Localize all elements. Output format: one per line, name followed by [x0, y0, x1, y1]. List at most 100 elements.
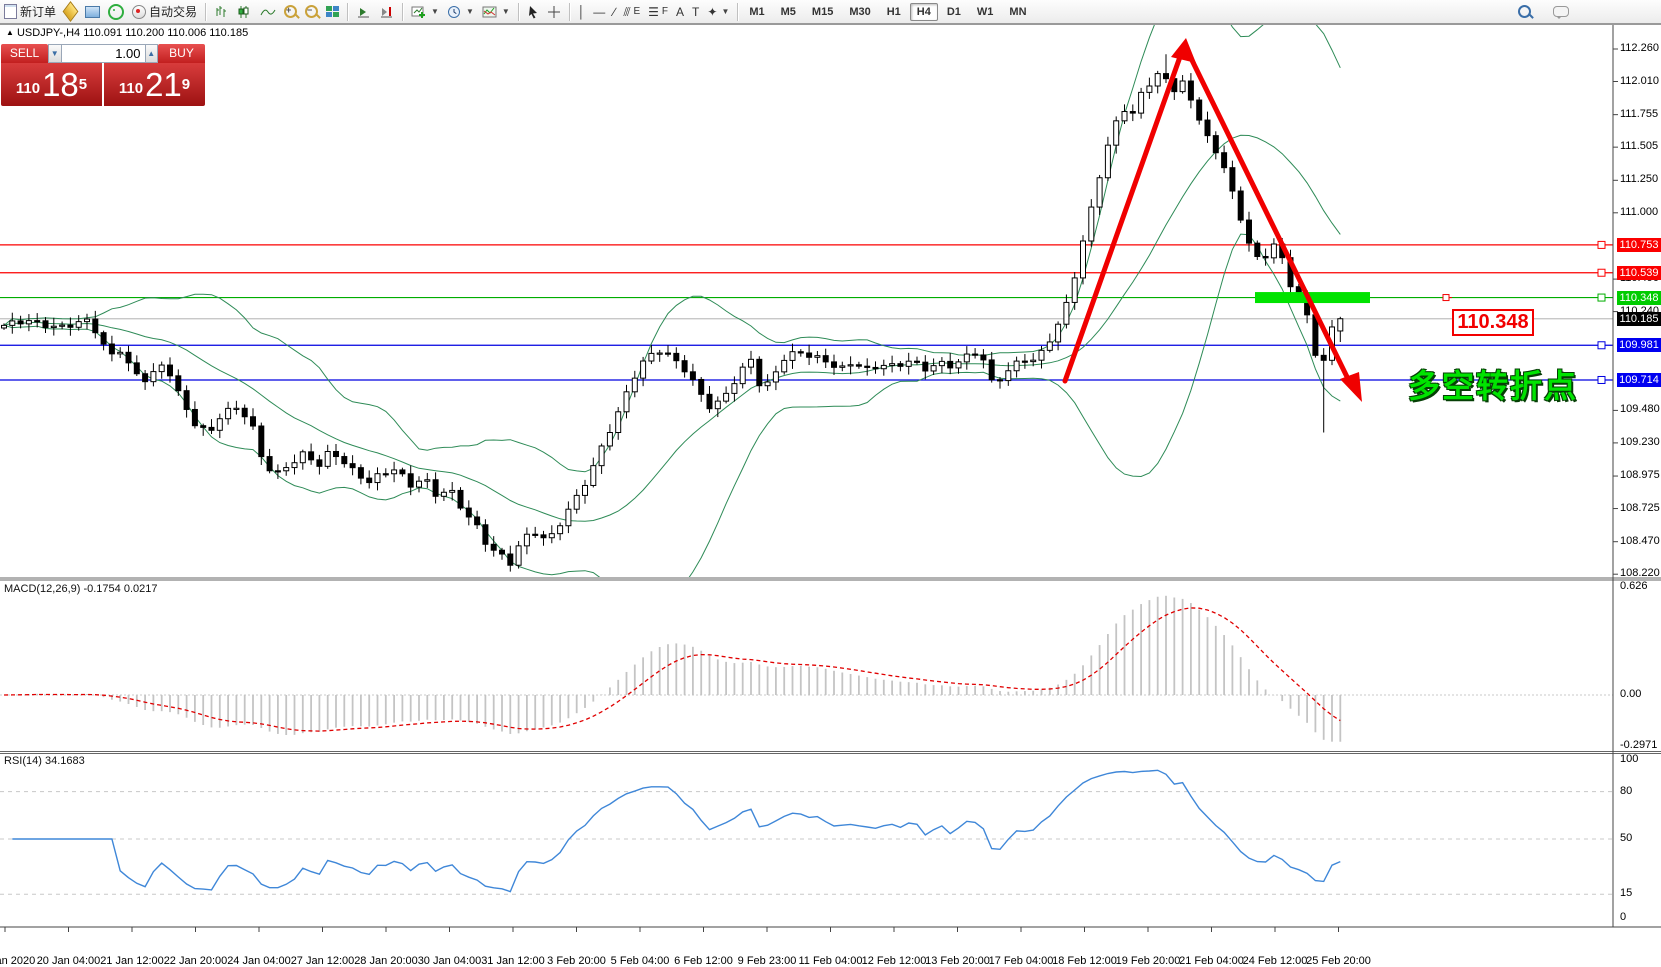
channel-tool[interactable]: ⫻E — [619, 1, 644, 22]
search-icon[interactable] — [1518, 5, 1531, 18]
candle-body — [840, 366, 845, 367]
text-tool[interactable]: A — [672, 1, 688, 22]
candle-body — [981, 355, 986, 360]
zoom-out-button[interactable]: − — [301, 1, 322, 22]
candle-body — [1230, 168, 1235, 191]
candle-body — [674, 353, 679, 360]
candle-body — [848, 365, 853, 366]
candle-body — [350, 464, 355, 468]
trendline-tool[interactable]: ∕ — [609, 1, 619, 22]
timeframe-W1[interactable]: W1 — [970, 3, 1001, 21]
candle-body — [284, 468, 289, 471]
candle-body — [483, 525, 488, 545]
time-label: 25 Feb 20:00 — [1306, 955, 1371, 967]
text-label-icon: T — [692, 5, 699, 19]
fibonacci-tool[interactable]: ☰F — [644, 1, 672, 22]
trend-arrow-down-head[interactable] — [1340, 372, 1362, 402]
bar-chart-button[interactable] — [210, 1, 233, 22]
candle-body — [68, 325, 73, 327]
timeframe-H1[interactable]: H1 — [880, 3, 908, 21]
one-click-trading-panel: SELL ▼ ▲ BUY 110185 110219 — [1, 44, 205, 106]
chart-shift-icon — [379, 5, 394, 19]
crosshair-tool[interactable] — [543, 1, 565, 22]
zoom-in-button[interactable]: + — [280, 1, 301, 22]
line-chart-button[interactable] — [256, 1, 280, 22]
new-order-button[interactable]: 新订单 — [0, 1, 60, 22]
sell-button[interactable]: SELL — [1, 44, 48, 63]
text-label-tool[interactable]: T — [688, 1, 703, 22]
candle-body — [740, 367, 745, 384]
timeframe-M1[interactable]: M1 — [742, 3, 771, 21]
rsi-scale-100: 100 — [1620, 753, 1638, 765]
chevron-down-icon: ▼ — [466, 7, 474, 16]
cursor-tool[interactable] — [523, 1, 543, 22]
timeframe-M5[interactable]: M5 — [774, 3, 803, 21]
periods-dropdown[interactable]: ▼ — [443, 1, 478, 22]
arrows-dropdown[interactable]: ✦▼ — [703, 1, 733, 22]
fibonacci-icon: ☰ — [648, 5, 659, 19]
candle-body — [1197, 100, 1202, 120]
chart-shift-button[interactable] — [375, 1, 398, 22]
indicators-dropdown[interactable]: ▼ — [478, 1, 514, 22]
candle-body — [201, 426, 206, 428]
tile-windows-button[interactable] — [322, 1, 343, 22]
price-tick-label: 108.725 — [1620, 502, 1660, 514]
vertical-line-tool[interactable]: │ — [574, 1, 590, 22]
candle-body — [1321, 355, 1326, 360]
timeframe-MN[interactable]: MN — [1002, 3, 1033, 21]
auto-scroll-button[interactable] — [352, 1, 375, 22]
crosshair-icon — [547, 5, 561, 19]
hline-handle[interactable] — [1598, 269, 1605, 276]
signals-button[interactable] — [104, 1, 128, 22]
tile-windows-icon — [326, 6, 339, 17]
terminal-button[interactable] — [81, 1, 104, 22]
autotrading-button[interactable]: 自动交易 — [128, 1, 201, 22]
volume-input[interactable] — [62, 44, 145, 63]
candle-body — [1089, 207, 1094, 241]
sell-price-button[interactable]: 110185 — [1, 63, 104, 106]
timeframe-M30[interactable]: M30 — [842, 3, 877, 21]
symbol-info: ▲ USDJPY-,H4 110.091 110.200 110.006 110… — [6, 27, 248, 39]
volume-down-button[interactable]: ▼ — [48, 44, 62, 63]
candle-body — [1255, 243, 1260, 256]
metaeditor-button[interactable] — [60, 1, 81, 22]
hline-handle[interactable] — [1598, 342, 1605, 349]
candle-body — [143, 374, 148, 382]
chat-icon[interactable] — [1553, 6, 1569, 17]
price-tick-label: 112.260 — [1620, 42, 1659, 54]
turning-point-text[interactable]: 多空转折点 — [1408, 361, 1578, 407]
time-label: 27 Jan 12:00 — [291, 955, 355, 967]
buy-price-button[interactable]: 110219 — [104, 63, 205, 106]
trend-arrow-up[interactable] — [1065, 54, 1181, 381]
candle-body — [358, 468, 363, 478]
hline-handle[interactable] — [1598, 241, 1605, 248]
time-label: 30 Jan 04:00 — [418, 955, 482, 967]
hline-handle[interactable] — [1598, 294, 1605, 301]
candlestick-button[interactable] — [233, 1, 256, 22]
candle-body — [43, 321, 48, 328]
candle-body — [616, 412, 621, 433]
toolbar-separator — [737, 3, 738, 21]
candle-body — [790, 352, 795, 361]
new-chart-icon — [411, 5, 427, 19]
toolbar-separator — [402, 3, 403, 21]
channel-icon: ⫻ — [623, 5, 630, 19]
buy-button[interactable]: BUY — [158, 44, 205, 63]
new-chart-dropdown[interactable]: ▼ — [407, 1, 443, 22]
horizontal-line-tool[interactable]: — — [589, 1, 609, 22]
price-tag-box[interactable]: 110.348 — [1452, 309, 1534, 336]
timeframe-H4[interactable]: H4 — [910, 3, 938, 21]
time-label: 17 Feb 04:00 — [989, 955, 1054, 967]
timeframe-bar: M1M5M15M30H1H4D1W1MN — [742, 3, 1033, 21]
price-tag-anchor[interactable] — [1443, 295, 1449, 301]
chart-area[interactable]: ▲ USDJPY-,H4 110.091 110.200 110.006 110… — [0, 24, 1661, 946]
volume-up-button[interactable]: ▲ — [145, 44, 159, 63]
timeframe-M15[interactable]: M15 — [805, 3, 840, 21]
candle-body — [1247, 220, 1252, 243]
timeframe-D1[interactable]: D1 — [940, 3, 968, 21]
trend-arrow-down[interactable] — [1186, 48, 1350, 383]
time-label: 20 Jan 04:00 — [37, 955, 101, 967]
hline-handle[interactable] — [1598, 376, 1605, 383]
bar-chart-icon — [214, 5, 229, 19]
candle-body — [500, 550, 505, 554]
